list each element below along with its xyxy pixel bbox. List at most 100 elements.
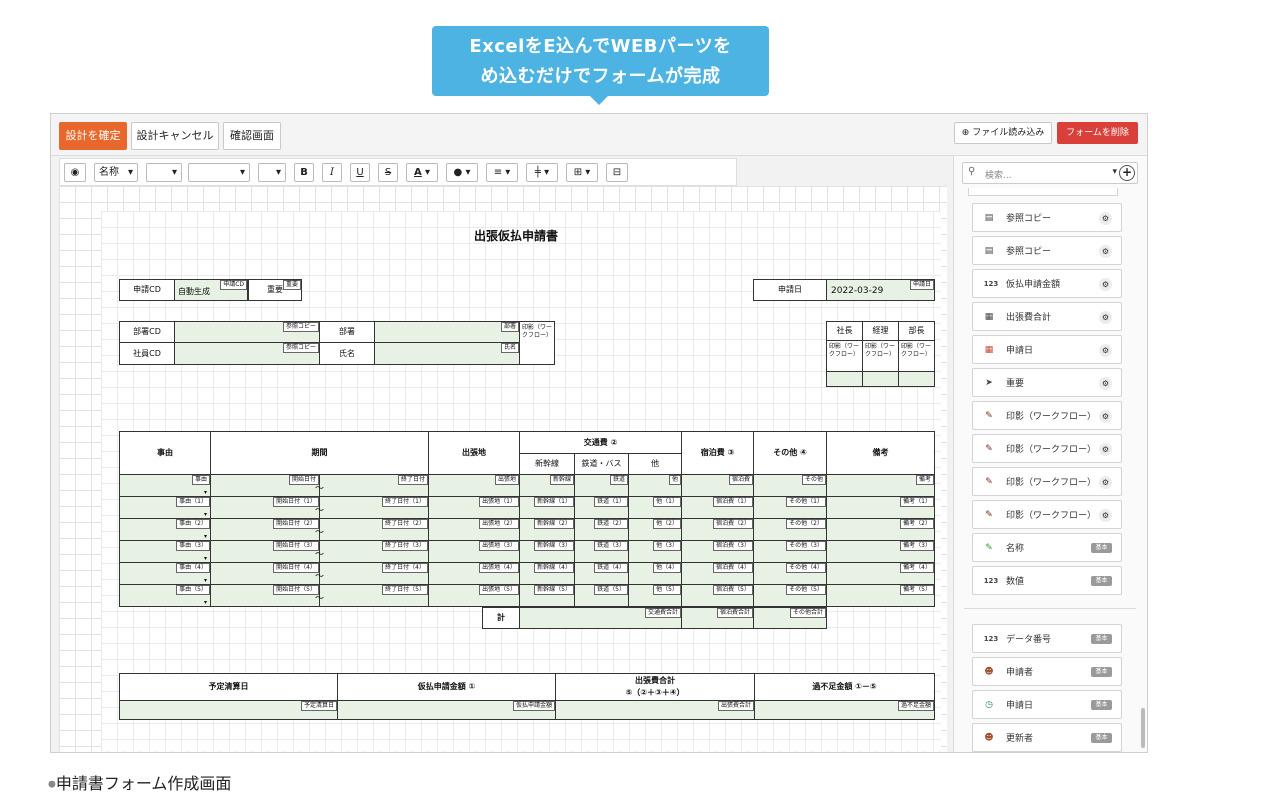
underline-button[interactable]: U [350, 163, 370, 182]
expense-cell-start[interactable]: 開始日付（1） [210, 496, 320, 519]
expense-cell-rail[interactable]: 鉄道 [574, 474, 629, 497]
fill-color-button[interactable]: ● ▾ [446, 163, 478, 182]
border-button[interactable]: ⊞ ▾ [566, 163, 598, 182]
part-item[interactable]: ✎ 印影（ワークフロー） ⚙ [972, 434, 1122, 463]
part-item[interactable]: 123 数値 基本 [972, 566, 1122, 595]
font-family-select[interactable]: ▾ [188, 163, 250, 182]
expense-cell-reason[interactable]: 事由（4） ▾ [119, 562, 211, 585]
transport-total-field[interactable]: 交通費合計 [519, 607, 682, 629]
font-size-select[interactable]: ▾ [146, 163, 182, 182]
gear-icon[interactable]: ⚙ [1099, 509, 1112, 522]
dept-cd-field[interactable]: 参照コピー [174, 321, 320, 343]
gear-icon[interactable]: ⚙ [1099, 278, 1112, 291]
font-color-button[interactable]: A ▾ [406, 163, 438, 182]
expense-cell-other[interactable]: その他（2） [753, 518, 827, 541]
expense-cell-other[interactable]: その他（3） [753, 540, 827, 563]
expense-cell-dest[interactable]: 出張地（1） [428, 496, 520, 519]
expense-cell-rail[interactable]: 鉄道（1） [574, 496, 629, 519]
bold-button[interactable]: B [294, 163, 314, 182]
gear-icon[interactable]: ⚙ [1099, 377, 1112, 390]
expense-cell-oth[interactable]: 他（3） [628, 540, 682, 563]
confirm-design-button[interactable]: 設計を確定 [59, 122, 127, 150]
expense-cell-start[interactable]: 開始日付（3） [210, 540, 320, 563]
eye-icon[interactable]: ◉ [64, 163, 86, 182]
expense-cell-reason[interactable]: 事由（5） ▾ [119, 584, 211, 607]
expense-cell-reason[interactable]: 事由（2） ▾ [119, 518, 211, 541]
gear-icon[interactable]: ⚙ [1099, 344, 1112, 357]
expense-cell-dest[interactable]: 出張地 [428, 474, 520, 497]
expense-cell-shin[interactable]: 新幹線（4） [519, 562, 575, 585]
important-field[interactable]: 重要 重要 [248, 279, 302, 301]
expense-cell-rem[interactable]: 備考 [826, 474, 935, 497]
expense-cell-other[interactable]: その他（4） [753, 562, 827, 585]
expense-cell-reason[interactable]: 事由（1） ▾ [119, 496, 211, 519]
expense-cell-rail[interactable]: 鉄道（5） [574, 584, 629, 607]
settle-date-field[interactable]: 予定清算日 [119, 700, 338, 720]
dept-field[interactable]: 部署 [374, 321, 520, 343]
expense-cell-end[interactable]: 終了日付 [319, 474, 429, 497]
expense-cell-oth[interactable]: 他 [628, 474, 682, 497]
gear-icon[interactable]: ⚙ [1099, 212, 1112, 225]
part-item[interactable]: ✎ 印影（ワークフロー） ⚙ [972, 500, 1122, 529]
expense-cell-lodg[interactable]: 宿泊費（4） [681, 562, 754, 585]
part-item[interactable]: ✎ 印影（ワークフロー） ⚙ [972, 467, 1122, 496]
expense-cell-start[interactable]: 開始日付（2） [210, 518, 320, 541]
cancel-design-button[interactable]: 設計キャンセル [131, 122, 219, 150]
part-item[interactable]: ➤ 重要 ⚙ [972, 368, 1122, 397]
import-file-button[interactable]: ⊕ ファイル読み込み [954, 122, 1052, 144]
gear-icon[interactable]: ⚙ [1099, 245, 1112, 258]
gear-icon[interactable]: ⚙ [1099, 443, 1112, 456]
other-total-field[interactable]: その他合計 [753, 607, 827, 629]
expense-cell-oth[interactable]: 他（4） [628, 562, 682, 585]
part-item[interactable]: ☻ 更新者 基本 [972, 723, 1122, 752]
part-item[interactable]: 123 仮払申請金額 ⚙ [972, 269, 1122, 298]
expense-cell-oth[interactable]: 他（5） [628, 584, 682, 607]
part-item[interactable]: ◷ 申請日 基本 [972, 690, 1122, 719]
expense-cell-rem[interactable]: 備考（2） [826, 518, 935, 541]
expense-cell-rem[interactable]: 備考（4） [826, 562, 935, 585]
seal-field[interactable]: 印影（ワークフロー） [826, 340, 863, 372]
italic-button[interactable]: I [322, 163, 342, 182]
expense-cell-oth[interactable]: 他（1） [628, 496, 682, 519]
app-cd-field[interactable]: 自動生成 申請CD [174, 279, 248, 301]
delete-form-button[interactable]: フォームを削除 [1057, 122, 1138, 144]
preview-button[interactable]: 確認画面 [223, 122, 281, 150]
merge-cells-button[interactable]: ⊟ [606, 163, 628, 182]
dropdown-arrow-icon[interactable]: ▾ [204, 600, 207, 606]
add-icon[interactable]: + [1119, 165, 1135, 181]
part-item[interactable]: ▦ 出張費合計 ⚙ [972, 302, 1122, 331]
expense-cell-oth[interactable]: 他（2） [628, 518, 682, 541]
expense-cell-rail[interactable]: 鉄道（4） [574, 562, 629, 585]
gear-icon[interactable]: ⚙ [1099, 476, 1112, 489]
expense-cell-lodg[interactable]: 宿泊費（2） [681, 518, 754, 541]
part-item[interactable]: ☻ 申請者 基本 [972, 657, 1122, 686]
expense-cell-rail[interactable]: 鉄道（2） [574, 518, 629, 541]
list-item[interactable] [968, 188, 1118, 196]
expense-cell-other[interactable]: その他（1） [753, 496, 827, 519]
expense-cell-dest[interactable]: 出張地（3） [428, 540, 520, 563]
part-item[interactable]: ✎ 印影（ワークフロー） ⚙ [972, 401, 1122, 430]
expense-cell-rem[interactable]: 備考（5） [826, 584, 935, 607]
seal-field[interactable]: 印影（ワークフロー） [898, 340, 935, 372]
expense-cell-rem[interactable]: 備考（3） [826, 540, 935, 563]
gear-icon[interactable]: ⚙ [1099, 311, 1112, 324]
expense-cell-reason[interactable]: 事由 ▾ [119, 474, 211, 497]
expense-cell-end[interactable]: 終了日付（2） [319, 518, 429, 541]
trip-total-field[interactable]: 出張費合計 [555, 700, 755, 720]
expense-cell-reason[interactable]: 事由（3） ▾ [119, 540, 211, 563]
strikethrough-button[interactable]: S [378, 163, 398, 182]
search-box[interactable]: ⚲ 検索... ▾ + [962, 162, 1138, 184]
expense-cell-lodg[interactable]: 宿泊費（5） [681, 584, 754, 607]
expense-cell-other[interactable]: その他（5） [753, 584, 827, 607]
name-field[interactable]: 氏名 [374, 342, 520, 365]
expense-cell-start[interactable]: 開始日付（5） [210, 584, 320, 607]
part-item[interactable]: ▤ 参照コピー ⚙ [972, 203, 1122, 232]
gear-icon[interactable]: ⚙ [1099, 410, 1112, 423]
vertical-align-button[interactable]: ╪ ▾ [526, 163, 558, 182]
expense-cell-shin[interactable]: 新幹線（2） [519, 518, 575, 541]
expense-cell-end[interactable]: 終了日付（3） [319, 540, 429, 563]
expense-cell-start[interactable]: 開始日付（4） [210, 562, 320, 585]
expense-cell-shin[interactable]: 新幹線（3） [519, 540, 575, 563]
expense-cell-start[interactable]: 開始日付 [210, 474, 320, 497]
emp-cd-field[interactable]: 参照コピー [174, 342, 320, 365]
